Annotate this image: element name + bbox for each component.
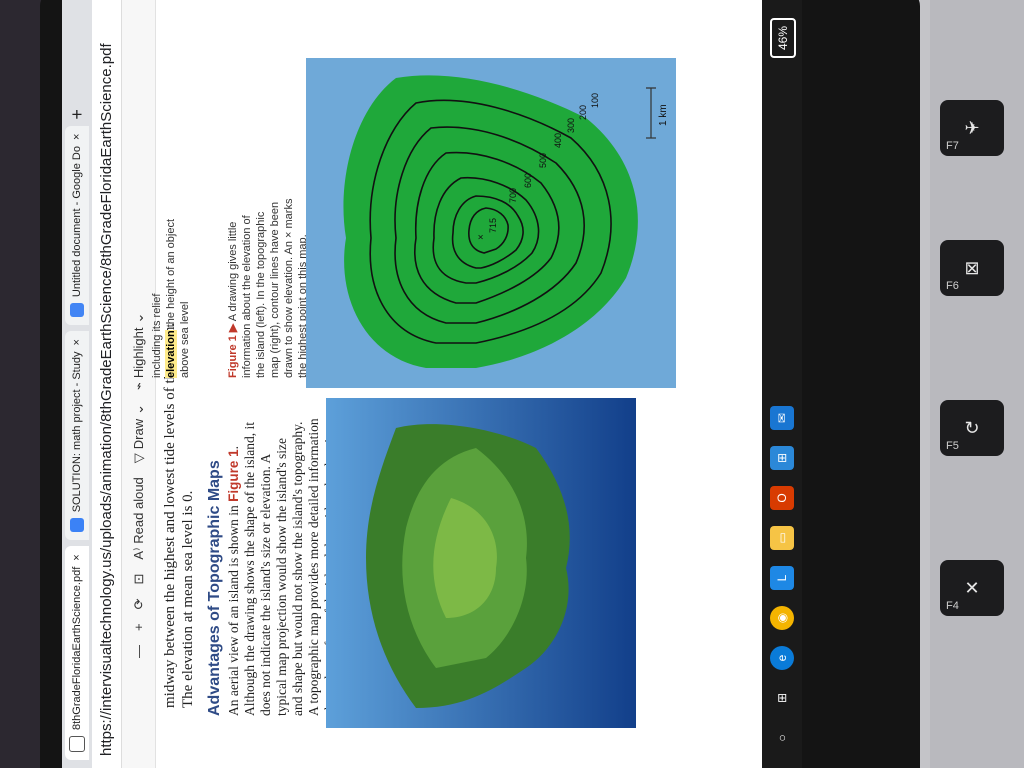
laptop-screen: 8thGradeFloridaEarthScience.pdf × SOLUTI… — [62, 0, 802, 768]
pdf-page: midway between the highest and lowest ti… — [151, 0, 802, 768]
contour-label: 500 — [538, 153, 548, 168]
windows-taskbar: ○ ⊞ e ◉ L ▭ O ⊞ ✉ — [762, 0, 802, 768]
edge-icon[interactable]: e — [770, 646, 794, 670]
office-icon[interactable]: O — [770, 486, 794, 510]
screen-content: 8thGradeFloridaEarthScience.pdf × SOLUTI… — [62, 0, 802, 768]
figure-reference: Figure 1 — [226, 449, 241, 502]
pdf-icon — [69, 736, 85, 752]
battery-indicator[interactable]: 46% — [770, 18, 796, 59]
task-view-icon[interactable]: ⊞ — [770, 686, 794, 710]
chevron-down-icon: ⌄ — [130, 312, 146, 324]
figure-label: Figure 1 ▶ — [227, 323, 239, 378]
close-tab-icon[interactable]: × — [71, 554, 83, 560]
chevron-down-icon: ⌄ — [130, 403, 146, 415]
read-aloud-button[interactable]: A⁾ Read aloud — [131, 477, 147, 559]
aerial-island-image — [326, 398, 636, 728]
keyboard: ✈ F7 ⊠ F6 ↻ F5 ✕ F4 — [930, 0, 1024, 768]
highest-point-mark: × — [476, 234, 487, 240]
draw-icon: ▽ — [130, 453, 146, 464]
chrome-icon[interactable]: ◉ — [770, 606, 794, 630]
tab-study[interactable]: SOLUTION: math project - Study × — [65, 331, 89, 541]
contour-label: 600 — [523, 173, 533, 188]
sidebar-text: including its relief — [151, 293, 163, 378]
mail-icon[interactable]: ✉ — [770, 406, 794, 430]
browser-tab-bar: 8thGradeFloridaEarthScience.pdf × SOLUTI… — [62, 0, 92, 768]
zoom-out-button[interactable]: — — [131, 645, 146, 658]
contour-label: 700 — [508, 188, 518, 203]
file-explorer-icon[interactable]: ▭ — [770, 526, 794, 550]
contour-label: 400 — [553, 133, 563, 148]
draw-button[interactable]: ▽ Draw ⌄ — [131, 404, 147, 463]
tab-google-doc[interactable]: Untitled document - Google Do × — [65, 125, 89, 326]
body-line: The elevation at mean sea level is 0. — [180, 490, 196, 708]
url-text: https://intervisualtechnology.us/uploads… — [98, 43, 115, 756]
topographic-map: × 715 700 600 500 400 300 200 100 1 km — [306, 58, 676, 388]
scale-label: 1 km — [658, 104, 669, 126]
tab-label: Untitled document - Google Do — [71, 146, 83, 298]
contour-label: 100 — [590, 93, 600, 108]
island-drawing — [326, 398, 636, 728]
key-f4[interactable]: ✕ F4 — [940, 560, 1004, 616]
tab-earth-science-pdf[interactable]: 8thGradeFloridaEarthScience.pdf × — [65, 546, 89, 760]
highlight-button[interactable]: ⌁ Highlight ⌄ — [131, 313, 147, 390]
contour-map: × 715 700 600 500 400 300 200 100 1 km — [306, 58, 676, 388]
address-bar[interactable]: https://intervisualtechnology.us/uploads… — [92, 0, 122, 768]
docs-icon — [70, 303, 84, 318]
section-heading: Advantages of Topographic Maps — [206, 460, 223, 716]
figure-caption: Figure 1 ▶ A drawing gives little inform… — [227, 198, 309, 378]
contour-label: 200 — [578, 105, 588, 120]
rotate-icon[interactable]: ⟳ — [131, 599, 147, 610]
glossary-term: elevation — [165, 330, 177, 378]
contour-label: 715 — [488, 218, 498, 233]
fit-page-icon[interactable]: ⊡ — [131, 574, 147, 585]
key-f7[interactable]: ✈ F7 — [940, 100, 1004, 156]
key-f6[interactable]: ⊠ F6 — [940, 240, 1004, 296]
search-icon[interactable]: ○ — [770, 726, 794, 750]
store-icon[interactable]: ⊞ — [770, 446, 794, 470]
new-tab-button[interactable]: + — [67, 109, 88, 120]
study-icon — [70, 518, 84, 533]
learning-icon[interactable]: L — [770, 566, 794, 590]
contour-label: 300 — [566, 118, 576, 133]
body-line: midway between the highest and lowest ti… — [162, 322, 178, 708]
zoom-in-button[interactable]: + — [131, 623, 146, 631]
tab-label: SOLUTION: math project - Study — [71, 351, 83, 513]
pdf-toolbar: — + ⟳ ⊡ A⁾ Read aloud ▽ Draw ⌄ ⌁ Highlight ⌄ — [122, 0, 156, 768]
key-f5[interactable]: ↻ F5 — [940, 400, 1004, 456]
tab-label: 8thGradeFloridaEarthScience.pdf — [71, 566, 83, 730]
read-aloud-icon: A⁾ — [130, 547, 146, 560]
close-tab-icon[interactable]: × — [71, 134, 83, 140]
close-tab-icon[interactable]: × — [71, 339, 83, 345]
highlight-icon: ⌁ — [130, 382, 146, 390]
glossary-sidebar: including its relief elevation the heigh… — [150, 198, 192, 378]
